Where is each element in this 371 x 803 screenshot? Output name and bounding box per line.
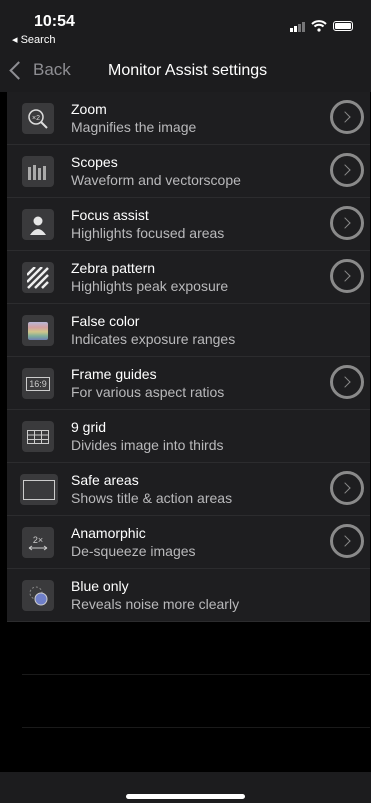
list-item-zebra-pattern[interactable]: Zebra pattern Highlights peak exposure <box>7 251 370 304</box>
frame-guides-glyph: 16:9 <box>26 376 50 391</box>
item-label: Blue only <box>71 578 129 594</box>
grid-icon <box>22 421 54 452</box>
empty-area <box>7 622 370 772</box>
status-bar: 10:54 ◂ Search <box>0 0 371 54</box>
item-label: Frame guides <box>71 366 157 382</box>
item-label: Zebra pattern <box>71 260 156 276</box>
item-description: De-squeeze images <box>71 543 196 559</box>
list-item-focus-assist[interactable]: Focus assist Highlights focused areas <box>7 198 370 251</box>
list-item-zoom[interactable]: ×2 Zoom Magnifies the image <box>7 92 370 145</box>
list-item-false-color[interactable]: False color Indicates exposure ranges <box>7 304 370 357</box>
chevron-right-icon[interactable] <box>330 524 364 558</box>
list-item-9-grid[interactable]: 9 grid Divides image into thirds <box>7 410 370 463</box>
svg-text:×2: ×2 <box>32 115 40 122</box>
false-color-icon <box>22 315 54 346</box>
page-title: Monitor Assist settings <box>108 62 268 79</box>
status-time: 10:54 <box>34 13 75 30</box>
zebra-icon <box>22 262 54 293</box>
back-to-search-link[interactable]: ◂ Search <box>12 33 55 46</box>
list-item-safe-areas[interactable]: Safe areas Shows title & action areas <box>7 463 370 516</box>
list-item-blue-only[interactable]: Blue only Reveals noise more clearly <box>7 569 370 622</box>
chevron-right-icon[interactable] <box>330 100 364 134</box>
zoom-icon: ×2 <box>22 103 54 134</box>
home-bar-area <box>0 772 371 803</box>
wifi-icon <box>311 20 327 32</box>
back-label: Back <box>33 60 71 79</box>
item-description: Magnifies the image <box>71 119 197 135</box>
item-description: Waveform and vectorscope <box>71 172 241 188</box>
item-description: Shows title & action areas <box>71 490 233 506</box>
chevron-right-icon[interactable] <box>330 153 364 187</box>
anamorphic-glyph: 2× <box>32 534 44 545</box>
battery-icon <box>333 21 353 31</box>
chevron-right-icon[interactable] <box>330 471 364 505</box>
back-button[interactable]: Back <box>9 60 71 80</box>
chevron-right-icon[interactable] <box>330 259 364 293</box>
home-indicator[interactable] <box>126 794 245 799</box>
item-label: Anamorphic <box>71 525 146 541</box>
divider <box>22 727 370 728</box>
item-label: Focus assist <box>71 207 149 223</box>
item-label: Safe areas <box>71 472 139 488</box>
item-description: Reveals noise more clearly <box>71 596 240 612</box>
signal-icon <box>290 21 305 32</box>
settings-list: ×2 Zoom Magnifies the image Scopes Wavef… <box>7 92 370 622</box>
item-label: Scopes <box>71 154 118 170</box>
frame-guides-icon: 16:9 <box>22 368 54 399</box>
item-description: For various aspect ratios <box>71 384 225 400</box>
item-label: Zoom <box>71 101 107 117</box>
blue-only-icon <box>22 580 54 611</box>
chevron-right-icon[interactable] <box>330 365 364 399</box>
scopes-icon <box>22 156 54 187</box>
item-description: Highlights peak exposure <box>71 278 229 294</box>
nav-bar: Back Monitor Assist settings <box>0 54 371 92</box>
item-label: False color <box>71 313 140 329</box>
system-icons <box>290 20 353 32</box>
item-label: 9 grid <box>71 419 107 435</box>
list-item-frame-guides[interactable]: 16:9 Frame guides For various aspect rat… <box>7 357 370 410</box>
divider <box>22 674 370 675</box>
list-item-anamorphic[interactable]: 2× Anamorphic De-squeeze images <box>7 516 370 569</box>
safe-areas-icon <box>20 474 58 505</box>
anamorphic-icon: 2× <box>22 527 54 558</box>
chevron-right-icon[interactable] <box>330 206 364 240</box>
item-description: Indicates exposure ranges <box>71 331 236 347</box>
list-item-scopes[interactable]: Scopes Waveform and vectorscope <box>7 145 370 198</box>
item-description: Highlights focused areas <box>71 225 225 241</box>
chevron-left-icon <box>9 60 28 80</box>
focus-person-icon <box>22 209 54 240</box>
item-description: Divides image into thirds <box>71 437 224 453</box>
